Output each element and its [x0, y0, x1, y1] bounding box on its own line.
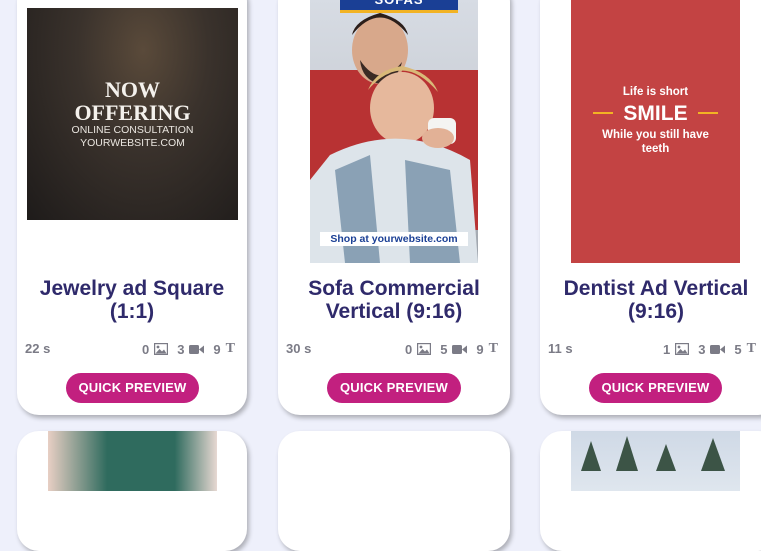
- template-card-row2-2[interactable]: [278, 431, 510, 551]
- thumbnail-dentist[interactable]: Life is short SMILE While you still have…: [571, 0, 740, 263]
- thumb-headline-1: NOW: [105, 77, 160, 102]
- template-card-row2-1[interactable]: [17, 431, 247, 551]
- card-meta: 11 s 1 3 5 T: [540, 341, 761, 359]
- video-icon: [710, 344, 726, 355]
- thumbnail-row2-1[interactable]: [48, 431, 217, 491]
- quick-preview-button[interactable]: QUICK PREVIEW: [327, 373, 461, 403]
- card-title: Jewelry ad Square (1:1): [17, 277, 247, 323]
- text-count: 9: [476, 341, 484, 357]
- thumbnail-jewelry[interactable]: NOW OFFERING ONLINE CONSULTATION YOURWEB…: [27, 8, 238, 220]
- quick-preview-button[interactable]: QUICK PREVIEW: [589, 373, 722, 403]
- card-title-line: Sofa Commercial: [308, 277, 480, 300]
- thumbnail-row2-3[interactable]: [571, 431, 740, 491]
- thumbnail-sofa[interactable]: SOFAS Shop at yourwebsite.com: [310, 0, 478, 263]
- image-icon: [154, 343, 169, 355]
- card-title-line: Dentist Ad Vertical: [563, 277, 749, 300]
- card-title: Dentist Ad Vertical (9:16): [540, 277, 761, 323]
- thumb-line-3: While you still have: [602, 129, 709, 141]
- text-count: 9: [213, 341, 221, 357]
- couple-photo: [310, 13, 478, 263]
- duration-label: 30 s: [286, 341, 312, 356]
- video-count: 3: [177, 341, 185, 357]
- template-card-sofa[interactable]: SOFAS Shop at yourwebsite.com Sofa Comme…: [278, 0, 510, 415]
- video-icon: [189, 344, 205, 355]
- asset-counts: 0 5 9 T: [405, 341, 498, 357]
- card-title: Sofa Commercial Vertical (9:16): [278, 277, 510, 323]
- text-icon: T: [225, 341, 235, 356]
- video-count: 5: [440, 341, 448, 357]
- asset-counts: 0 3 9 T: [142, 341, 235, 357]
- text-count: 5: [734, 341, 742, 357]
- thumb-line-1: Life is short: [622, 86, 689, 98]
- video-count: 3: [698, 341, 706, 357]
- asset-counts: 1 3 5 T: [663, 341, 756, 357]
- duration-label: 22 s: [25, 341, 51, 356]
- template-card-jewelry[interactable]: NOW OFFERING ONLINE CONSULTATION YOURWEB…: [17, 0, 247, 415]
- video-icon: [452, 344, 468, 355]
- thumb-headline-2: OFFERING: [74, 100, 191, 125]
- image-icon: [675, 343, 690, 355]
- thumb-subline-2: YOURWEBSITE.COM: [80, 137, 185, 149]
- thumb-cta: Shop at yourwebsite.com: [320, 232, 468, 246]
- text-icon: T: [746, 341, 756, 356]
- card-meta: 22 s 0 3 9 T: [17, 341, 247, 359]
- image-count: 1: [662, 341, 671, 357]
- image-count: 0: [404, 341, 413, 357]
- thumb-line-4: teeth: [641, 143, 670, 155]
- card-title-line: (9:16): [627, 300, 685, 323]
- template-card-dentist[interactable]: Life is short SMILE While you still have…: [540, 0, 761, 415]
- template-card-row2-3[interactable]: [540, 431, 761, 551]
- image-icon: [417, 343, 432, 355]
- card-title-line: (1:1): [109, 300, 155, 323]
- image-count: 0: [141, 341, 150, 357]
- quick-preview-button[interactable]: QUICK PREVIEW: [66, 373, 199, 403]
- card-title-line: Vertical (9:16): [325, 300, 463, 323]
- text-icon: T: [488, 341, 498, 356]
- card-meta: 30 s 0 5 9 T: [278, 341, 510, 359]
- duration-label: 11 s: [548, 341, 573, 356]
- thumb-line-2: SMILE: [623, 102, 688, 125]
- card-title-line: Jewelry ad Square: [39, 277, 225, 300]
- thumb-subline-1: ONLINE CONSULTATION: [71, 124, 194, 136]
